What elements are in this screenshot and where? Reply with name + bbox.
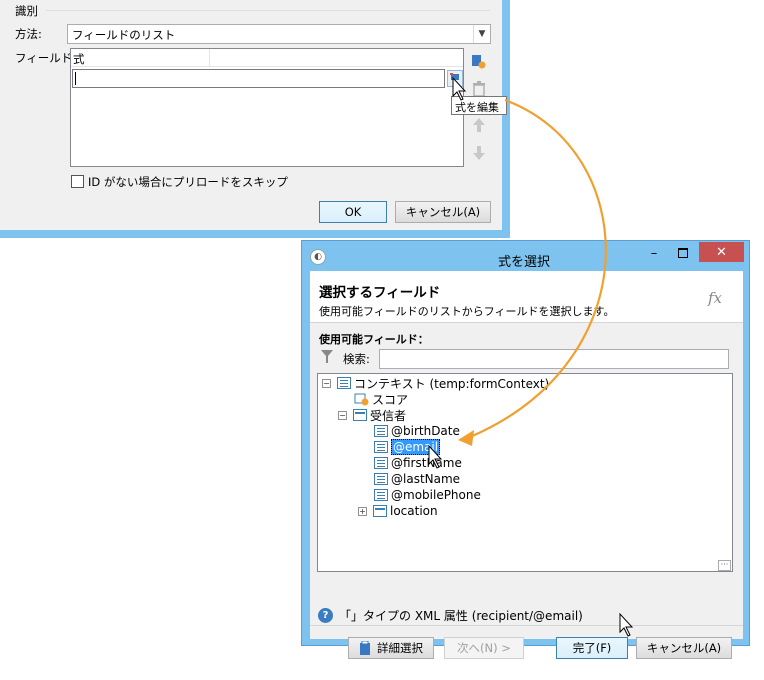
annotation-overlay	[428, 76, 634, 637]
mouse-cursor-icon	[619, 612, 634, 637]
mouse-cursor-icon	[452, 76, 467, 101]
mouse-cursor-icon	[428, 444, 443, 469]
annotation-arrow	[469, 98, 607, 439]
annotation-arrowhead	[458, 430, 474, 446]
